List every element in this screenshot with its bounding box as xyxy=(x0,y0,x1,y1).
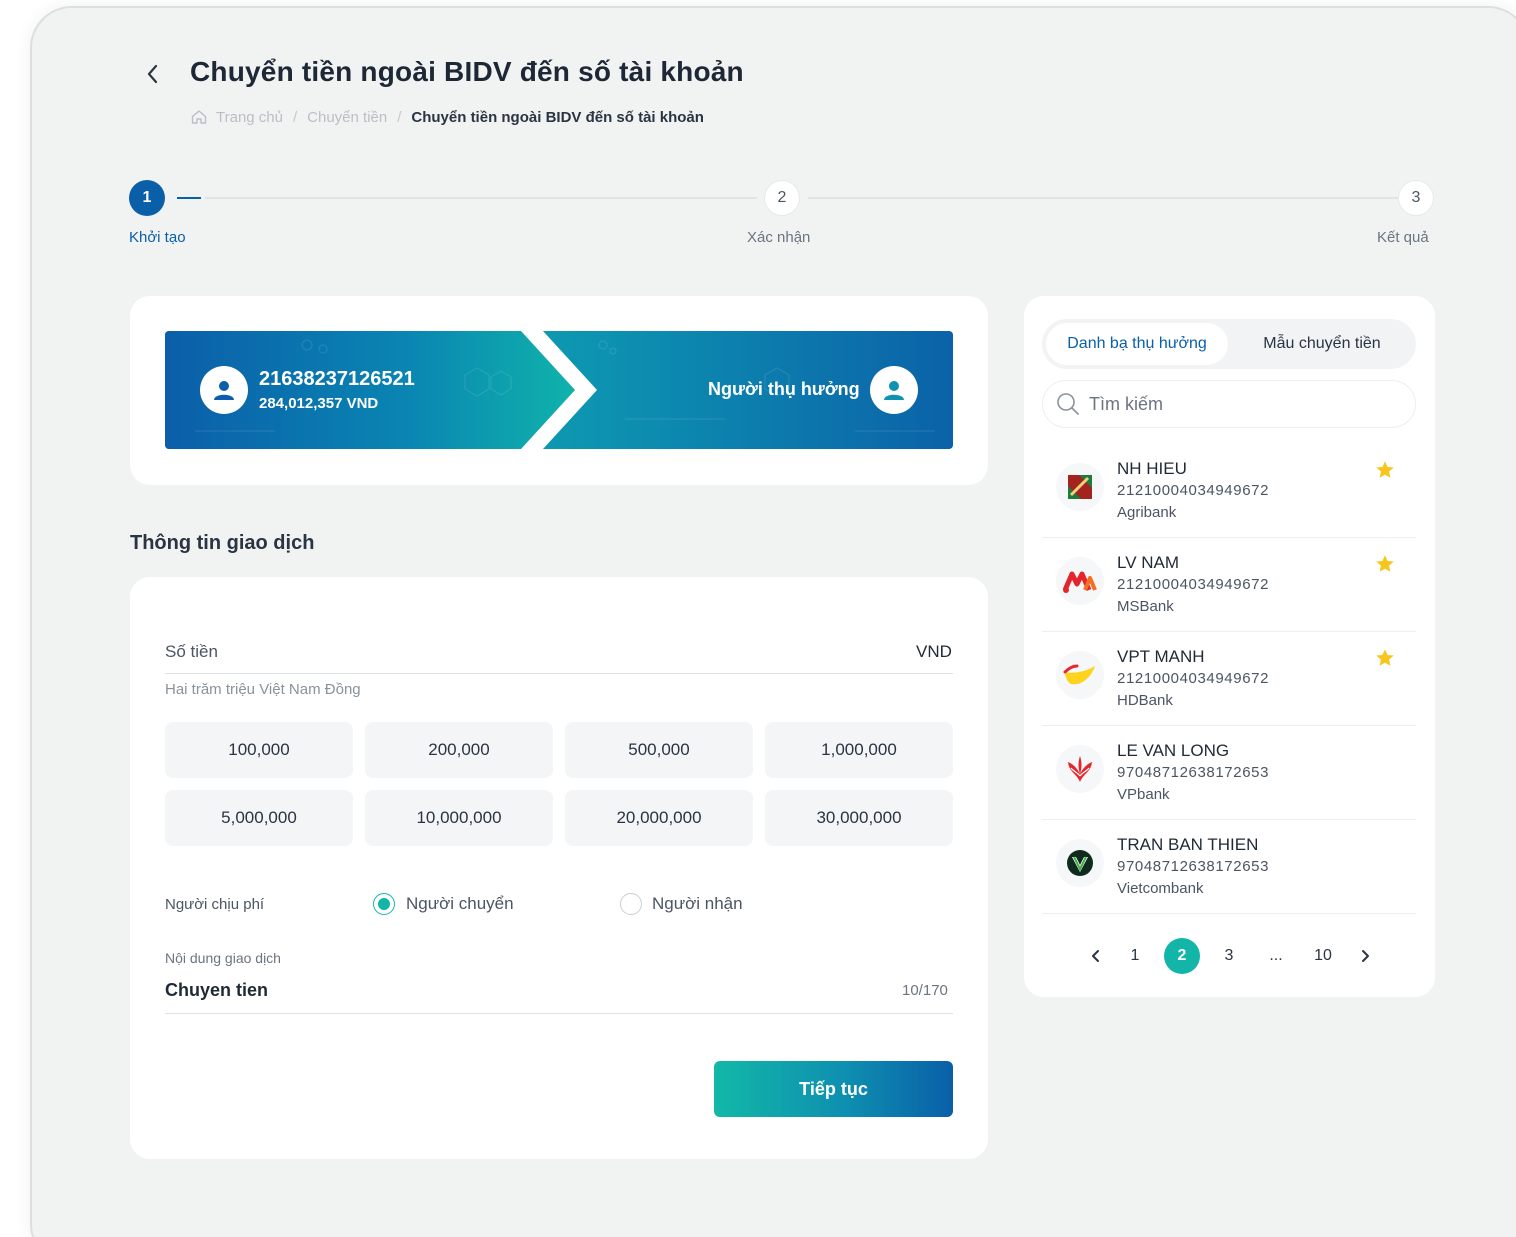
contact-account: 97048712638172653 xyxy=(1117,764,1270,781)
contact-name: NH HIEU xyxy=(1117,459,1187,478)
search-box xyxy=(1042,380,1416,428)
beneficiary-placeholder[interactable]: Người thụ hưởng xyxy=(708,379,860,400)
contact-item[interactable]: VPT MANH 21210004034949672 HDBank xyxy=(1042,633,1416,726)
content-label: Nội dung giao dịch xyxy=(165,950,281,966)
contact-account: 97048712638172653 xyxy=(1117,858,1270,875)
star-icon[interactable] xyxy=(1374,553,1396,575)
content-char-counter: 10/170 xyxy=(902,982,948,999)
amount-label: Số tiền xyxy=(165,642,218,661)
step-3-label: Kết quả xyxy=(1377,229,1429,246)
step-progress-line xyxy=(177,197,201,199)
step-2-indicator: 2 xyxy=(764,180,800,216)
pagination-prev-button[interactable] xyxy=(1086,940,1106,972)
agribank-logo xyxy=(1056,463,1104,511)
user-icon xyxy=(884,381,904,400)
contact-name: TRAN BAN THIEN xyxy=(1117,835,1259,854)
quick-amount-button[interactable]: 30,000,000 xyxy=(765,790,953,846)
search-input[interactable] xyxy=(1089,389,1389,419)
quick-amount-button[interactable]: 5,000,000 xyxy=(165,790,353,846)
chevron-left-icon xyxy=(147,64,158,84)
content-input-underline xyxy=(165,1013,953,1014)
hdbank-logo xyxy=(1056,651,1104,699)
contact-item[interactable]: TRAN BAN THIEN 97048712638172653 Vietcom… xyxy=(1042,821,1416,914)
currency-label: VND xyxy=(916,642,952,661)
beneficiary-avatar[interactable] xyxy=(870,366,918,414)
step-1-label: Khởi tạo xyxy=(129,229,186,246)
breadcrumb-home[interactable]: Trang chủ xyxy=(216,109,283,126)
quick-amount-button[interactable]: 20,000,000 xyxy=(565,790,753,846)
vietcombank-logo xyxy=(1056,839,1104,887)
pagination-ellipsis: ... xyxy=(1269,947,1283,964)
home-icon[interactable] xyxy=(190,108,208,126)
quick-amount-button[interactable]: 100,000 xyxy=(165,722,353,778)
fee-receiver-radio[interactable] xyxy=(620,893,642,915)
contact-name: LV NAM xyxy=(1117,553,1180,572)
contact-bank: HDBank xyxy=(1117,692,1173,709)
quick-amount-button[interactable]: 200,000 xyxy=(365,722,553,778)
step-3-indicator: 3 xyxy=(1398,180,1434,216)
contact-bank: Agribank xyxy=(1117,504,1177,521)
contact-account: 21210004034949672 xyxy=(1117,482,1270,499)
source-account-avatar xyxy=(200,366,248,414)
page-title: Chuyển tiền ngoài BIDV đến số tài khoản xyxy=(190,56,744,87)
step-line-1 xyxy=(205,197,757,199)
contact-account: 21210004034949672 xyxy=(1117,576,1270,593)
quick-amount-button[interactable]: 500,000 xyxy=(565,722,753,778)
breadcrumb-separator: / xyxy=(397,108,402,126)
chevron-right-icon xyxy=(1362,950,1369,962)
breadcrumb-current: Chuyển tiền ngoài BIDV đến số tài khoản xyxy=(411,108,704,126)
pagination-page[interactable]: 3 xyxy=(1219,940,1239,972)
user-icon xyxy=(214,381,234,400)
step-1-indicator: 1 xyxy=(129,180,165,216)
content-input[interactable]: Chuyen tien xyxy=(165,980,268,1001)
contact-name: VPT MANH xyxy=(1117,647,1205,666)
beneficiary-tabs: Danh bạ thụ hưởng Mẫu chuyển tiền xyxy=(1042,319,1416,369)
contact-item[interactable]: LE VAN LONG 97048712638172653 VPbank xyxy=(1042,727,1416,820)
contact-item[interactable]: LV NAM 21210004034949672 MSBank xyxy=(1042,539,1416,632)
fee-sender-radio[interactable] xyxy=(373,893,395,915)
vpbank-logo xyxy=(1056,745,1104,793)
pagination-page-current[interactable]: 2 xyxy=(1164,938,1200,974)
fee-sender-label[interactable]: Người chuyển xyxy=(406,894,514,914)
contact-item[interactable]: NH HIEU 21210004034949672 Agribank xyxy=(1042,445,1416,538)
pagination-next-button[interactable] xyxy=(1355,940,1375,972)
fee-payer-label: Người chịu phí xyxy=(165,896,265,913)
contact-name: LE VAN LONG xyxy=(1117,741,1230,760)
contact-bank: VPbank xyxy=(1117,786,1170,803)
back-button[interactable] xyxy=(140,58,164,90)
amount-in-words: Hai trăm triệu Việt Nam Đồng xyxy=(165,681,361,698)
continue-button[interactable]: Tiếp tục xyxy=(714,1061,953,1117)
pagination-page[interactable]: 1 xyxy=(1125,940,1145,972)
msb-logo xyxy=(1056,557,1104,605)
amount-input-underline[interactable] xyxy=(165,673,953,674)
fee-receiver-label[interactable]: Người nhận xyxy=(652,894,743,914)
breadcrumb-separator: / xyxy=(292,108,298,126)
star-icon[interactable] xyxy=(1374,459,1396,481)
pagination-page[interactable]: 10 xyxy=(1313,940,1333,972)
step-line-2 xyxy=(808,197,1398,199)
star-icon[interactable] xyxy=(1374,647,1396,669)
search-icon xyxy=(1057,393,1079,415)
transaction-section-title: Thông tin giao dịch xyxy=(130,532,315,554)
chevron-left-icon xyxy=(1092,950,1099,962)
quick-amount-button[interactable]: 1,000,000 xyxy=(765,722,953,778)
tab-beneficiary-contacts[interactable]: Danh bạ thụ hưởng xyxy=(1046,323,1228,365)
contact-bank: MSBank xyxy=(1117,598,1174,615)
tab-transfer-templates[interactable]: Mẫu chuyển tiền xyxy=(1232,323,1412,365)
contact-account: 21210004034949672 xyxy=(1117,670,1270,687)
source-account-number: 21638237126521 xyxy=(259,368,415,390)
step-2-label: Xác nhận xyxy=(747,229,811,246)
breadcrumb-transfer[interactable]: Chuyển tiền xyxy=(307,109,387,126)
quick-amount-button[interactable]: 10,000,000 xyxy=(365,790,553,846)
account-banner: 21638237126521 284,012,357 VND Người thụ… xyxy=(165,331,953,449)
contact-bank: Vietcombank xyxy=(1117,880,1204,897)
source-account-balance: 284,012,357 VND xyxy=(259,395,379,412)
breadcrumb: Trang chủ / Chuyển tiền / Chuyển tiền ng… xyxy=(190,108,704,126)
